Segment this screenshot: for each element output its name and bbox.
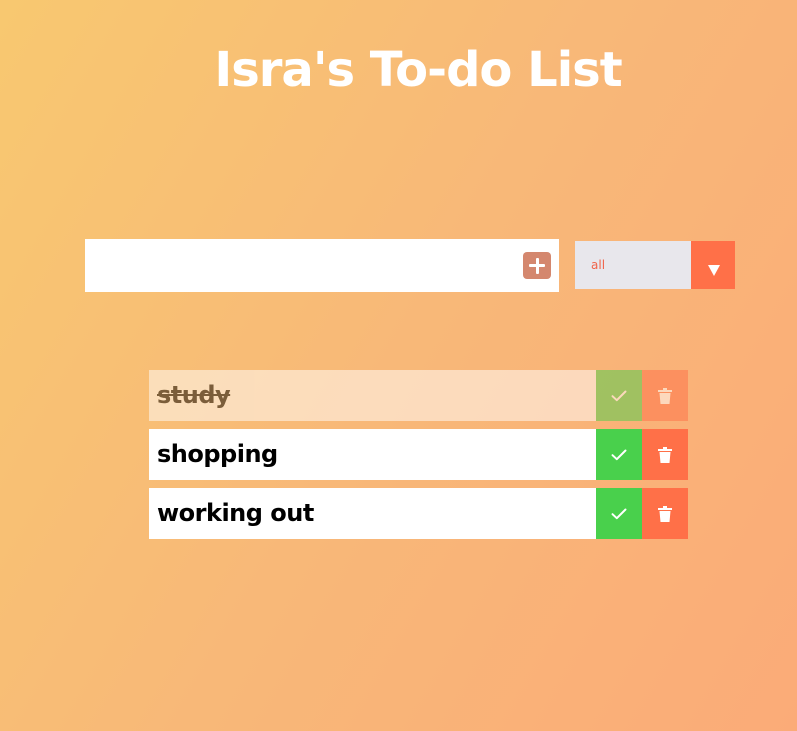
trash-icon	[658, 446, 672, 463]
delete-button[interactable]	[642, 488, 688, 539]
filter-selected-value: all	[591, 258, 606, 272]
complete-button[interactable]	[596, 370, 642, 421]
todo-item: working out	[149, 488, 688, 539]
todo-input-container	[85, 239, 559, 292]
filter-dropdown-button[interactable]	[691, 241, 735, 289]
todo-item-text: working out	[157, 499, 314, 527]
check-icon	[611, 390, 627, 401]
caret-down-icon	[708, 265, 720, 276]
delete-button[interactable]	[642, 429, 688, 480]
complete-button[interactable]	[596, 429, 642, 480]
trash-icon	[658, 387, 672, 404]
check-icon	[611, 508, 627, 519]
check-icon	[611, 449, 627, 460]
todo-item: shopping	[149, 429, 688, 480]
todo-item-text: shopping	[157, 440, 278, 468]
todo-input[interactable]	[85, 239, 515, 292]
todo-item: study	[149, 370, 688, 421]
filter-select[interactable]: all	[575, 241, 735, 289]
todo-list: study shopping working out	[149, 370, 688, 547]
page-title: Isra's To-do List	[214, 42, 622, 98]
todo-item-text: study	[157, 381, 231, 409]
add-todo-button[interactable]	[523, 252, 551, 279]
trash-icon	[658, 505, 672, 522]
delete-button[interactable]	[642, 370, 688, 421]
complete-button[interactable]	[596, 488, 642, 539]
